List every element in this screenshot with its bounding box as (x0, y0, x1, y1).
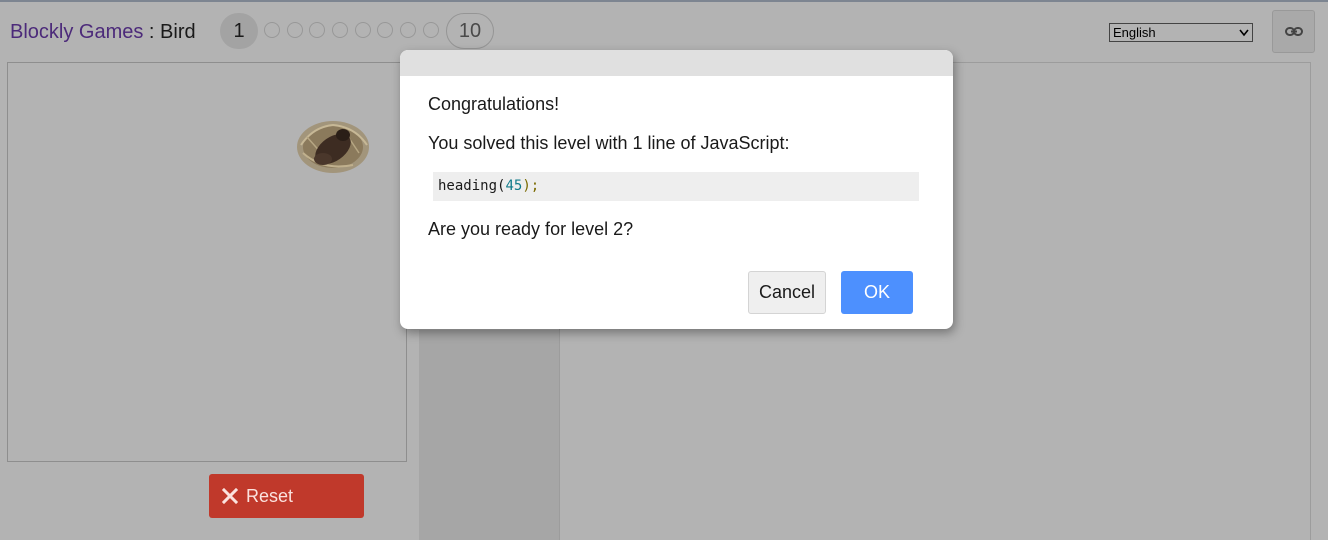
ok-button[interactable]: OK (841, 271, 913, 314)
close-x-icon (222, 488, 238, 504)
language-select[interactable]: English (1109, 23, 1253, 42)
reset-button[interactable]: Reset (209, 474, 364, 518)
level-dot[interactable] (332, 22, 348, 38)
game-visualization (7, 62, 407, 462)
level-last[interactable]: 10 (446, 13, 494, 49)
level-dot[interactable] (264, 22, 280, 38)
level-dot[interactable] (287, 22, 303, 38)
app-name-link[interactable]: Blockly Games (10, 21, 143, 43)
dialog-greeting: Congratulations! (428, 94, 560, 114)
level-dot[interactable] (400, 22, 416, 38)
congratulations-dialog: Congratulations! You solved this level w… (400, 50, 953, 329)
level-dot[interactable] (309, 22, 325, 38)
level-dot[interactable] (355, 22, 371, 38)
top-border (0, 0, 1328, 2)
blockly-toolbox[interactable] (419, 330, 559, 540)
code-snippet: heading(45); (433, 172, 919, 201)
link-button[interactable] (1272, 10, 1315, 53)
page-title: Blockly Games : Bird (10, 19, 196, 45)
level-dot[interactable] (423, 22, 439, 38)
dialog-message: You solved this level with 1 line of Jav… (428, 133, 790, 153)
game-name: Bird (160, 21, 196, 43)
cancel-button[interactable]: Cancel (748, 271, 826, 314)
chevron-down-icon (1239, 24, 1249, 47)
code-function: heading (438, 178, 498, 194)
level-dot[interactable] (377, 22, 393, 38)
reset-button-label: Reset (246, 486, 294, 506)
dialog-header[interactable] (400, 50, 953, 76)
code-argument: 45 (505, 178, 523, 194)
title-separator: : (143, 21, 161, 43)
dialog-question: Are you ready for level 2? (428, 219, 634, 239)
language-select-value: English (1113, 25, 1156, 40)
bird-in-nest-image (297, 121, 369, 173)
link-icon (1285, 27, 1303, 36)
code-close: ); (522, 178, 540, 194)
level-current[interactable]: 1 (220, 13, 258, 49)
